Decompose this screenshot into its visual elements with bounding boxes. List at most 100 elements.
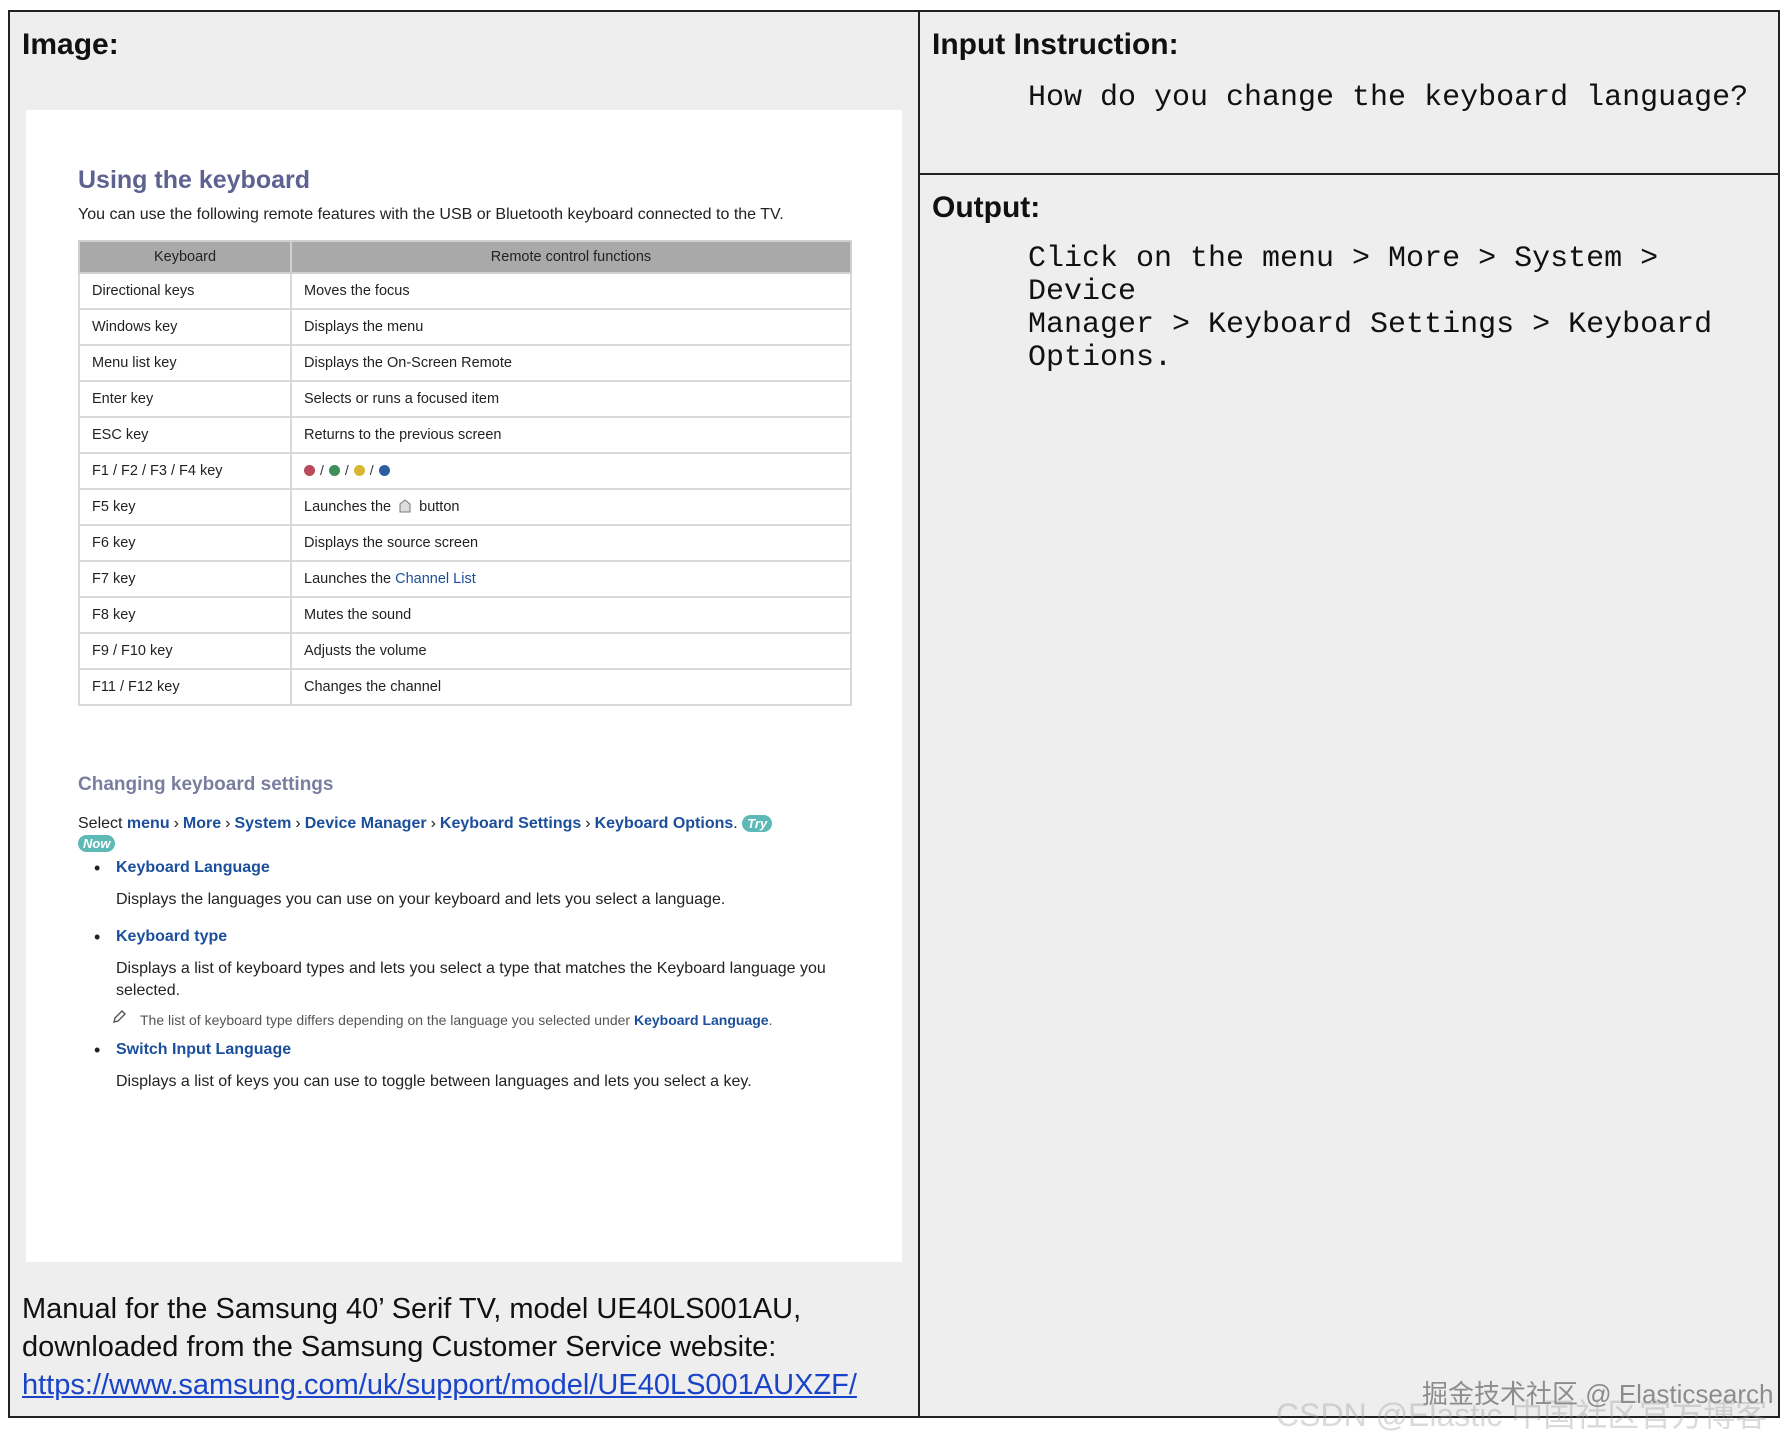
- function-cell: Launches the button: [290, 488, 852, 526]
- function-text: button: [419, 499, 460, 515]
- function-cell: Displays the On-Screen Remote: [290, 344, 852, 382]
- column-header-keyboard: Keyboard: [78, 240, 292, 274]
- separator: /: [344, 462, 349, 479]
- subsection-title: Changing keyboard settings: [78, 774, 334, 795]
- output-heading: Output:: [932, 191, 1041, 224]
- path-step-menu: menu: [126, 815, 170, 832]
- function-cell: Returns to the previous screen: [290, 416, 852, 454]
- menu-path: Select menu › More › System › Device Manager › K…: [78, 814, 858, 854]
- table-row: F9 / F10 key Adjusts the volume: [78, 632, 852, 670]
- comparison-table: Image: Using the keyboard You can use th…: [8, 10, 1780, 1433]
- function-cell: Displays the menu: [290, 308, 852, 346]
- option-description: Displays a list of keys you can use to t…: [116, 1073, 752, 1090]
- list-item: • Keyboard type Displays a list of keybo…: [78, 927, 858, 1002]
- table-row: Directional keys Moves the focus: [78, 272, 852, 310]
- key-cell: F9 / F10 key: [78, 632, 292, 670]
- image-caption: Manual for the Samsung 40’ Serif TV, mod…: [22, 1290, 902, 1404]
- pencil-icon: [113, 1010, 126, 1023]
- option-description: Displays a list of keyboard types and le…: [116, 960, 826, 999]
- path-step-keyboard-options: Keyboard Options: [594, 815, 734, 832]
- manual-title: Using the keyboard: [78, 166, 310, 194]
- separator: /: [369, 462, 374, 479]
- key-cell: F11 / F12 key: [78, 668, 292, 706]
- key-cell: F8 key: [78, 596, 292, 634]
- output-cell: Output: Click on the menu > More > Syste…: [920, 175, 1778, 1416]
- option-title: Keyboard Language: [116, 859, 270, 876]
- path-step-system: System: [234, 815, 292, 832]
- option-description: Displays the languages you can use on yo…: [116, 891, 726, 908]
- caption-line: downloaded from the Samsung Customer Ser…: [22, 1331, 777, 1363]
- column-header-functions: Remote control functions: [290, 240, 852, 274]
- function-cell: Launches the Channel List: [290, 560, 852, 598]
- key-cell: ESC key: [78, 416, 292, 454]
- try-badge: Try: [742, 815, 773, 832]
- option-title: Keyboard type: [116, 928, 228, 945]
- instruction-text: How do you change the keyboard language?: [1028, 81, 1749, 115]
- chevron-right-icon: ›: [295, 815, 301, 832]
- instruction-heading: Input Instruction:: [932, 28, 1179, 61]
- caption-line: Manual for the Samsung 40’ Serif TV, mod…: [22, 1293, 802, 1325]
- manual-page: Using the keyboard You can use the follo…: [26, 110, 902, 1262]
- table-row: F6 key Displays the source screen: [78, 524, 852, 562]
- samsung-support-link[interactable]: https://www.samsung.com/uk/support/model…: [22, 1369, 857, 1401]
- table-row: ESC key Returns to the previous screen: [78, 416, 852, 454]
- channel-list-link: Channel List: [395, 571, 476, 587]
- function-cell: Moves the focus: [290, 272, 852, 310]
- blue-d-button-icon: [378, 464, 390, 476]
- table-row: F8 key Mutes the sound: [78, 596, 852, 634]
- path-step-device-manager: Device Manager: [304, 815, 427, 832]
- manual-intro: You can use the following remote feature…: [78, 206, 784, 223]
- path-step-more: More: [182, 815, 222, 832]
- image-heading: Image:: [22, 28, 119, 61]
- watermark: CSDN @Elastic 中国社区官方博客: [1276, 1397, 1768, 1433]
- key-cell: Windows key: [78, 308, 292, 346]
- note-end: .: [768, 1012, 773, 1028]
- home-icon: [399, 499, 411, 513]
- function-cell: / / /: [290, 452, 852, 490]
- chevron-right-icon: ›: [225, 815, 231, 832]
- color-buttons: / / /: [304, 462, 390, 478]
- keyboard-functions-table: Keyboard Remote control functions Direct…: [78, 240, 852, 706]
- note-link: Keyboard Language: [633, 1012, 769, 1028]
- path-suffix: .: [733, 815, 738, 832]
- function-cell: Mutes the sound: [290, 596, 852, 634]
- key-cell: F7 key: [78, 560, 292, 598]
- table-row: Menu list key Displays the On-Screen Rem…: [78, 344, 852, 382]
- list-item: • Switch Input Language Displays a list …: [78, 1040, 858, 1093]
- key-cell: Enter key: [78, 380, 292, 418]
- table-row: F5 key Launches the button: [78, 488, 852, 526]
- yellow-c-button-icon: [353, 464, 365, 476]
- table-header-row: Keyboard Remote control functions: [78, 240, 852, 274]
- key-cell: Menu list key: [78, 344, 292, 382]
- key-cell: Directional keys: [78, 272, 292, 310]
- chevron-right-icon: ›: [430, 815, 436, 832]
- path-prefix: Select: [78, 815, 123, 832]
- table-row: Windows key Displays the menu: [78, 308, 852, 346]
- option-title: Switch Input Language: [116, 1041, 292, 1058]
- note: The list of keyboard type differs depend…: [78, 1010, 858, 1028]
- chevron-right-icon: ›: [585, 815, 591, 832]
- key-cell: F6 key: [78, 524, 292, 562]
- function-cell: Selects or runs a focused item: [290, 380, 852, 418]
- now-badge: Now: [78, 835, 116, 852]
- note-text: The list of keyboard type differs depend…: [140, 1012, 631, 1028]
- list-item: • Keyboard Language Displays the languag…: [78, 858, 858, 911]
- function-cell: Displays the source screen: [290, 524, 852, 562]
- table-row: F1 / F2 / F3 / F4 key / / /: [78, 452, 852, 490]
- green-b-button-icon: [328, 464, 340, 476]
- bullet-icon: •: [94, 858, 101, 878]
- function-text: Launches the: [304, 499, 392, 515]
- bullet-icon: •: [94, 1040, 101, 1060]
- table-row: Enter key Selects or runs a focused item: [78, 380, 852, 418]
- key-cell: F1 / F2 / F3 / F4 key: [78, 452, 292, 490]
- options-list: • Keyboard Language Displays the languag…: [78, 858, 858, 1093]
- path-step-keyboard-settings: Keyboard Settings: [439, 815, 582, 832]
- separator: /: [320, 462, 324, 479]
- red-a-button-icon: [304, 464, 315, 476]
- output-text: Click on the menu > More > System > Devi…: [1028, 242, 1713, 375]
- bullet-icon: •: [94, 927, 101, 947]
- image-cell: Image: Using the keyboard You can use th…: [10, 12, 920, 1416]
- function-cell: Changes the channel: [290, 668, 852, 706]
- function-cell: Adjusts the volume: [290, 632, 852, 670]
- table-row: F7 key Launches the Channel List: [78, 560, 852, 598]
